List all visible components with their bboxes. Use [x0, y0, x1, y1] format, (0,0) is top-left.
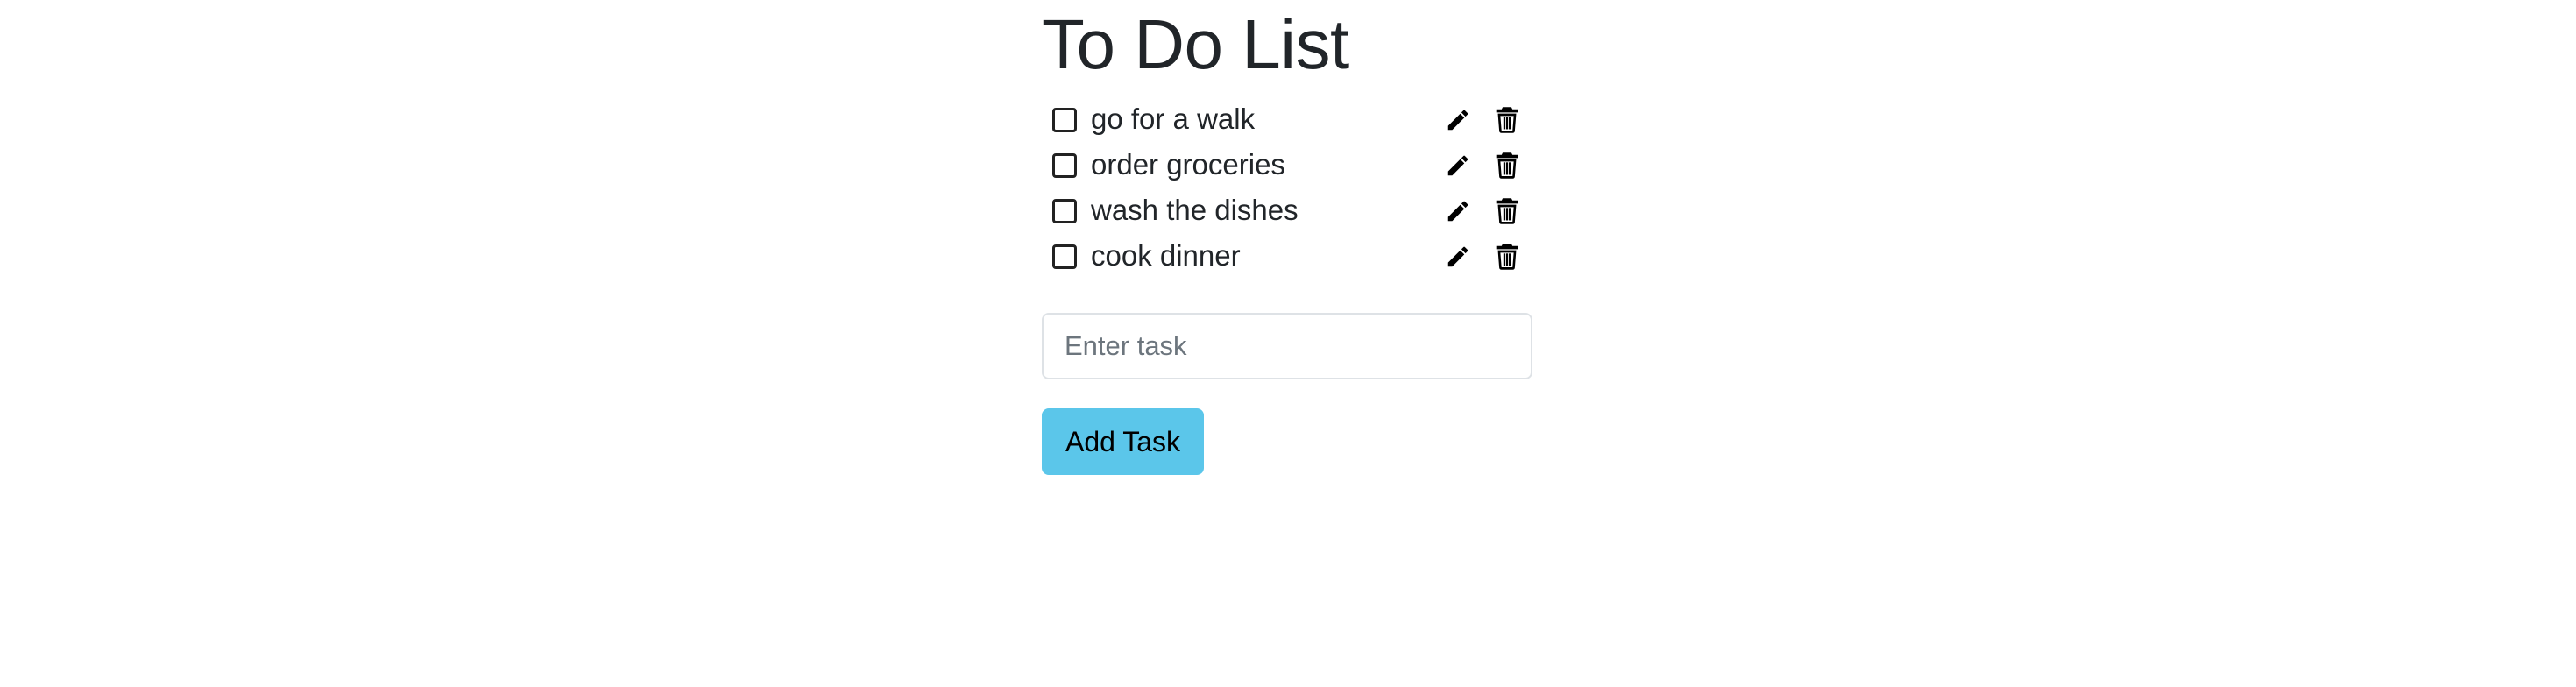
- task-input[interactable]: [1042, 313, 1532, 379]
- delete-task-button[interactable]: [1492, 196, 1522, 226]
- edit-task-button[interactable]: [1443, 196, 1473, 226]
- task-checkbox[interactable]: [1052, 153, 1077, 178]
- delete-task-button[interactable]: [1492, 242, 1522, 272]
- task-checkbox[interactable]: [1052, 199, 1077, 223]
- task-item: cook dinner: [1042, 233, 1532, 279]
- task-label: wash the dishes: [1091, 194, 1299, 226]
- trash-icon: [1494, 243, 1520, 271]
- task-item: order groceries: [1042, 142, 1532, 188]
- trash-icon: [1494, 152, 1520, 180]
- trash-icon: [1494, 197, 1520, 225]
- page-title: To Do List: [1042, 5, 1349, 83]
- pencil-icon: [1445, 107, 1471, 133]
- pencil-icon: [1445, 244, 1471, 270]
- pencil-icon: [1445, 198, 1471, 224]
- edit-task-button[interactable]: [1443, 151, 1473, 181]
- edit-task-button[interactable]: [1443, 105, 1473, 135]
- delete-task-button[interactable]: [1492, 151, 1522, 181]
- task-item: wash the dishes: [1042, 188, 1532, 233]
- app-root: To Do List go for a walk order groceries…: [0, 0, 2576, 687]
- task-list: go for a walk order groceries wash the d…: [1042, 96, 1532, 279]
- task-label: order groceries: [1091, 148, 1285, 181]
- delete-task-button[interactable]: [1492, 105, 1522, 135]
- add-task-button[interactable]: Add Task: [1042, 408, 1204, 475]
- task-label: go for a walk: [1091, 103, 1256, 135]
- task-label: cook dinner: [1091, 239, 1241, 272]
- task-checkbox[interactable]: [1052, 108, 1077, 132]
- task-checkbox[interactable]: [1052, 244, 1077, 269]
- pencil-icon: [1445, 152, 1471, 179]
- task-item: go for a walk: [1042, 96, 1532, 142]
- edit-task-button[interactable]: [1443, 242, 1473, 272]
- trash-icon: [1494, 106, 1520, 134]
